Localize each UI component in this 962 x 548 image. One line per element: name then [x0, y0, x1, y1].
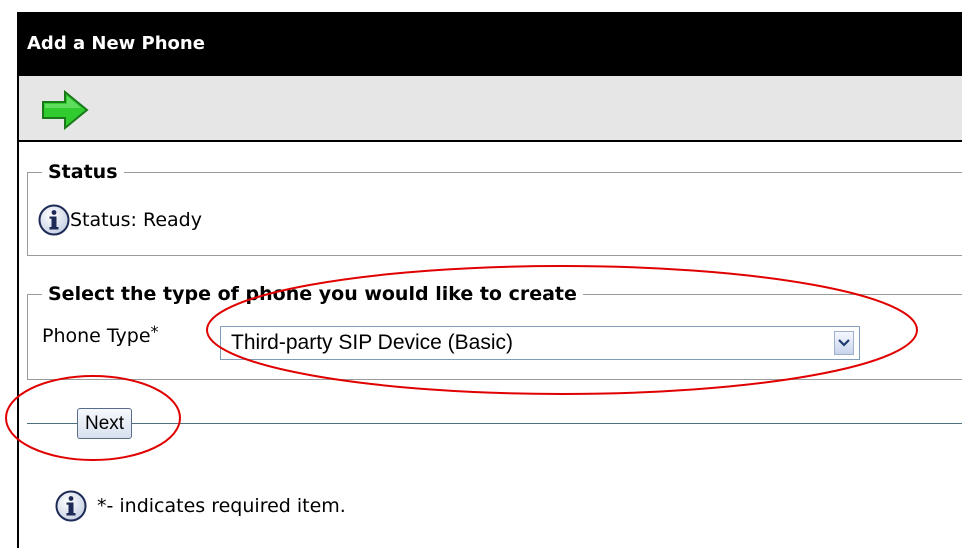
phone-type-legend: Select the type of phone you would like …	[42, 283, 583, 305]
phone-type-label: Phone Type*	[42, 322, 159, 347]
page-frame: Add a New Phone Status Status: Ready Sel…	[17, 12, 962, 548]
info-icon	[38, 204, 70, 236]
phone-type-section: Select the type of phone you would like …	[27, 283, 962, 380]
toolbar	[19, 76, 962, 142]
next-arrow-icon[interactable]	[41, 89, 89, 131]
phone-type-select[interactable]: Third-party SIP Device (Basic)	[220, 326, 860, 360]
status-text: Status: Ready	[70, 209, 202, 231]
next-button[interactable]: Next	[77, 408, 133, 439]
page-title: Add a New Phone	[19, 12, 962, 76]
phone-type-label-text: Phone Type	[42, 325, 151, 347]
status-line: Status: Ready	[38, 203, 202, 237]
required-note: *- indicates required item.	[55, 490, 346, 522]
phone-type-selected-value: Third-party SIP Device (Basic)	[231, 331, 514, 354]
chevron-down-icon[interactable]	[834, 331, 854, 355]
required-marker: *	[150, 322, 159, 341]
status-section: Status Status: Ready	[27, 161, 962, 256]
required-note-text: *- indicates required item.	[97, 495, 346, 517]
status-legend: Status	[42, 161, 124, 183]
button-row-left-dash	[27, 423, 45, 424]
info-icon	[55, 490, 87, 522]
button-row-divider	[27, 423, 962, 424]
